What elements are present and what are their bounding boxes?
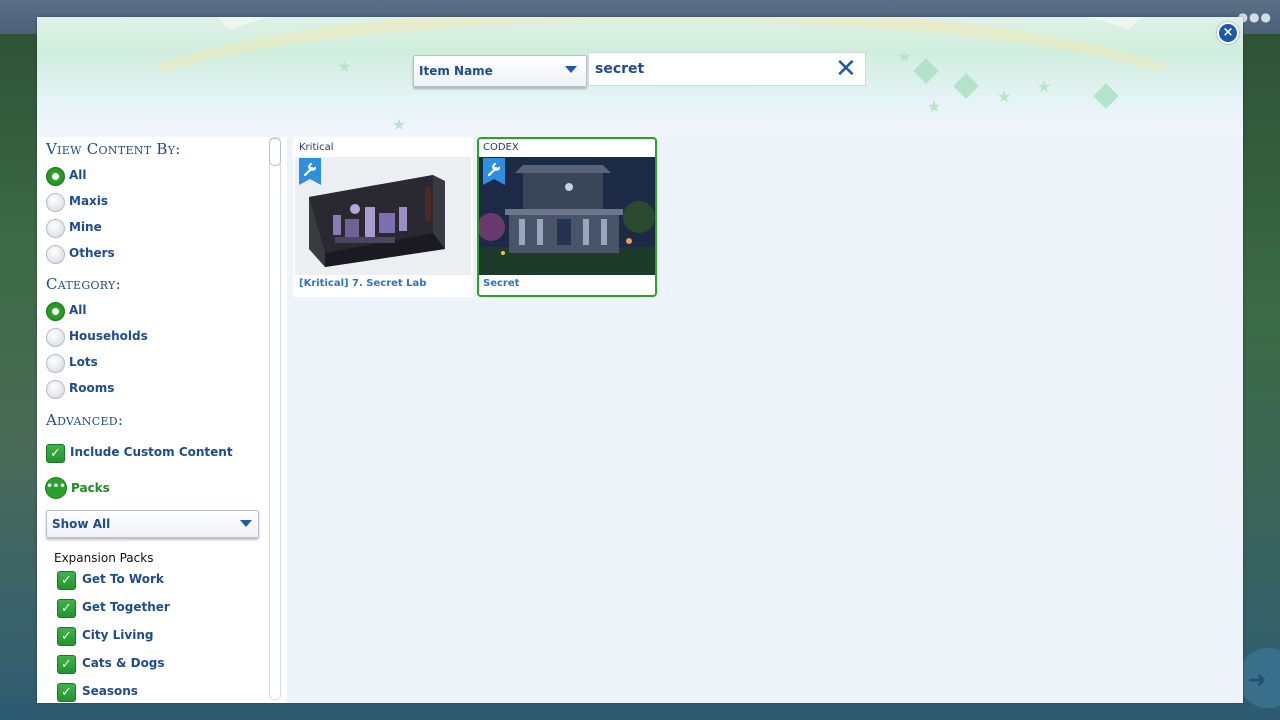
checkmark-icon: ✓ (57, 599, 76, 618)
advanced-title: Advanced: (46, 411, 124, 429)
search-input[interactable]: secret ✕ (588, 52, 866, 86)
radio-icon (46, 245, 65, 264)
card-title[interactable]: [Kritical] 7. Secret Lab (299, 278, 426, 289)
radio-icon (46, 219, 65, 238)
checkmark-icon: ✓ (57, 655, 76, 674)
checkmark-icon: ✓ (46, 444, 65, 463)
star-icon: ★ (337, 57, 352, 76)
star-icon: ★ (897, 47, 912, 66)
radio-icon (46, 380, 65, 399)
game-background-bottom (0, 703, 1280, 720)
chevron-down-icon (240, 520, 252, 527)
arrow-right-icon: ➜ (1248, 668, 1267, 693)
checkmark-icon: ✓ (57, 627, 76, 646)
radio-icon (46, 354, 65, 373)
category-title: Category: (46, 275, 121, 293)
radio-icon (46, 328, 65, 347)
card-creator[interactable]: CODEX (483, 142, 519, 153)
more-options-icon[interactable]: ••• (46, 478, 66, 498)
game-background-right (1242, 34, 1280, 720)
radio-selected-icon (46, 167, 65, 186)
expansion-packs-heading: Expansion Packs (54, 551, 154, 565)
result-card-selected[interactable]: CODEX Secret (477, 137, 657, 297)
clear-search-icon[interactable]: ✕ (835, 55, 857, 83)
packs-filter-dropdown[interactable]: Show All (46, 510, 259, 538)
checkmark-icon: ✓ (57, 683, 76, 702)
star-icon: ★ (1037, 77, 1052, 96)
star-icon: ★ (997, 87, 1012, 106)
wrench-tag-icon (299, 158, 321, 185)
room-thumbnail (295, 157, 471, 275)
result-card[interactable]: Kritical [Kritical] 7. Secret Lab (293, 137, 473, 297)
star-icon: ★ (392, 115, 407, 134)
wrench-tag-icon (483, 158, 505, 185)
game-background-left (0, 34, 38, 720)
checkmark-icon: ✓ (57, 571, 76, 590)
house-thumbnail (479, 157, 655, 275)
packs-label[interactable]: Packs (71, 481, 110, 495)
filter-scrollbar-thumb[interactable] (269, 138, 281, 166)
close-icon: × (1222, 25, 1234, 40)
filter-scrollbar[interactable] (269, 137, 281, 700)
results-grid: Kritical [Kritical] 7. Secret Lab CODEX … (287, 137, 1243, 703)
card-creator[interactable]: Kritical (299, 142, 334, 153)
search-query: secret (595, 61, 645, 77)
card-title[interactable]: Secret (483, 278, 519, 289)
close-button[interactable]: × (1217, 22, 1239, 44)
radio-icon (46, 193, 65, 212)
search-type-dropdown[interactable]: Item Name (413, 55, 587, 87)
radio-selected-icon (46, 302, 65, 321)
view-content-title: View Content By: (46, 140, 181, 158)
search-type-label: Item Name (419, 64, 493, 78)
chevron-down-icon (565, 66, 577, 73)
star-icon: ★ (927, 97, 942, 116)
gallery-dialog: ★ ★ ★ ★ ★ ★ × Item Name secret ✕ View Co… (37, 17, 1243, 703)
filter-panel: View Content By: All Maxis Mine Others C… (37, 137, 287, 703)
